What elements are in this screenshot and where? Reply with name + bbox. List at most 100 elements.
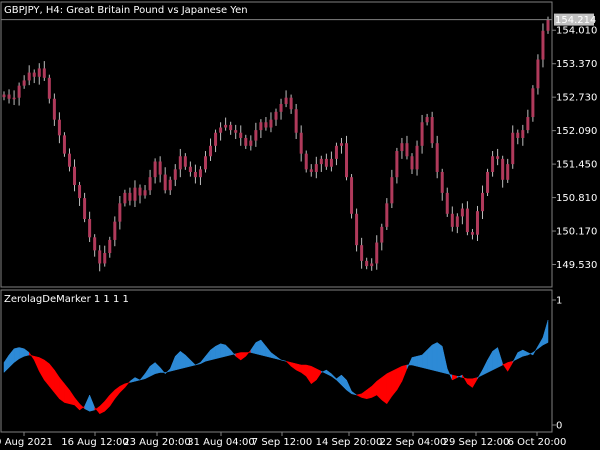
candle-body bbox=[32, 72, 36, 77]
candle-body bbox=[73, 166, 77, 186]
candle-body bbox=[546, 19, 550, 31]
candle-body bbox=[405, 143, 409, 157]
price-axis-label: 150.170 bbox=[556, 227, 597, 238]
candle-body bbox=[158, 161, 162, 175]
candle-body bbox=[536, 59, 540, 89]
candle-body bbox=[128, 192, 132, 201]
price-axis-label: 149.530 bbox=[556, 260, 597, 271]
candle-body bbox=[309, 169, 313, 172]
candle-body bbox=[193, 171, 197, 178]
candle-body bbox=[390, 177, 394, 204]
candle-body bbox=[269, 119, 273, 128]
time-axis-label: 23 Aug 20:00 bbox=[123, 437, 190, 448]
candle-body bbox=[339, 143, 343, 146]
candle-body bbox=[314, 164, 318, 172]
candle-body bbox=[47, 77, 51, 99]
candle-body bbox=[420, 122, 424, 146]
candle-body bbox=[481, 192, 485, 212]
candle-body bbox=[370, 263, 374, 267]
candle-body bbox=[118, 203, 122, 222]
candle-body bbox=[259, 122, 263, 131]
candle-body bbox=[98, 250, 102, 264]
candle-body bbox=[27, 72, 31, 81]
candle-body bbox=[93, 237, 97, 251]
candle-body bbox=[17, 85, 21, 98]
candle-body bbox=[324, 158, 328, 167]
price-axis-label: 153.370 bbox=[556, 59, 597, 70]
time-axis-label: 9 Aug 2021 bbox=[0, 437, 53, 448]
indicator-area-bull bbox=[436, 342, 443, 373]
time-axis-label: 14 Sep 20:00 bbox=[316, 437, 383, 448]
candle-body bbox=[264, 122, 268, 128]
indicator-area-bull bbox=[416, 354, 423, 368]
candle-body bbox=[57, 119, 61, 136]
indicator-axis-label: 1 bbox=[556, 296, 562, 307]
candle-body bbox=[531, 88, 535, 118]
price-axis-label: 150.810 bbox=[556, 193, 597, 204]
indicator-area-bull bbox=[215, 343, 221, 360]
candle-body bbox=[470, 232, 474, 235]
candle-body bbox=[521, 130, 525, 138]
candle-body bbox=[209, 145, 213, 157]
candle-body bbox=[460, 208, 464, 217]
candle-body bbox=[345, 143, 349, 178]
candle-body bbox=[7, 94, 11, 99]
candle-body bbox=[67, 153, 71, 167]
candle-body bbox=[229, 124, 233, 131]
time-axis-label: 29 Sep 12:00 bbox=[443, 437, 510, 448]
candle-body bbox=[153, 161, 157, 178]
candle-body bbox=[219, 127, 223, 133]
candle-body bbox=[37, 68, 41, 77]
price-axis-label: 152.730 bbox=[556, 93, 597, 104]
candle-body bbox=[445, 192, 449, 214]
chart-title: GBPJPY, H4: Great Britain Pound vs Japan… bbox=[4, 5, 248, 16]
candle-body bbox=[138, 187, 142, 196]
candle-body bbox=[42, 68, 46, 78]
candle-body bbox=[284, 97, 288, 104]
candle-body bbox=[83, 198, 87, 220]
candle-body bbox=[526, 117, 530, 131]
candle-body bbox=[148, 177, 152, 191]
price-axis-label: 154.010 bbox=[556, 26, 597, 37]
candle-body bbox=[319, 158, 323, 165]
candle-body bbox=[113, 221, 117, 240]
candle-body bbox=[108, 239, 112, 254]
candle-body bbox=[375, 242, 379, 264]
candle-body bbox=[516, 132, 520, 138]
candle-body bbox=[133, 187, 137, 201]
candle-body bbox=[360, 245, 364, 261]
candle-body bbox=[475, 211, 479, 235]
candle-body bbox=[62, 135, 66, 154]
candle-body bbox=[143, 190, 147, 196]
candle-body bbox=[410, 156, 414, 170]
candle-body bbox=[299, 132, 303, 154]
candle-body bbox=[506, 164, 510, 180]
candle-body bbox=[455, 216, 459, 227]
indicator-area-bull bbox=[411, 355, 418, 367]
time-axis-label: 6 Oct 20:00 bbox=[508, 437, 567, 448]
candle-body bbox=[103, 253, 107, 264]
indicator-area-bull bbox=[431, 342, 438, 372]
candle-body bbox=[168, 179, 172, 191]
candle-body bbox=[224, 124, 228, 128]
candle-body bbox=[279, 103, 283, 112]
indicator-area-bull bbox=[220, 343, 226, 358]
time-axis-label: 7 Sep 12:00 bbox=[252, 437, 312, 448]
candle-body bbox=[239, 132, 243, 138]
candle-body bbox=[415, 145, 419, 170]
candle-body bbox=[304, 153, 308, 170]
candle-body bbox=[52, 98, 56, 120]
candle-body bbox=[486, 171, 490, 193]
candle-body bbox=[395, 151, 399, 178]
candle-body bbox=[385, 203, 389, 227]
candle-body bbox=[198, 169, 202, 178]
candle-body bbox=[22, 80, 26, 86]
candle-body bbox=[123, 192, 127, 204]
candle-body bbox=[12, 97, 16, 100]
candle-body bbox=[203, 156, 207, 170]
price-axis-label: 151.450 bbox=[556, 160, 597, 171]
candle-body bbox=[183, 156, 187, 167]
indicator-area-bull bbox=[492, 347, 498, 371]
current-price-tag-label: 154.214 bbox=[555, 15, 596, 26]
candle-body bbox=[435, 143, 439, 172]
